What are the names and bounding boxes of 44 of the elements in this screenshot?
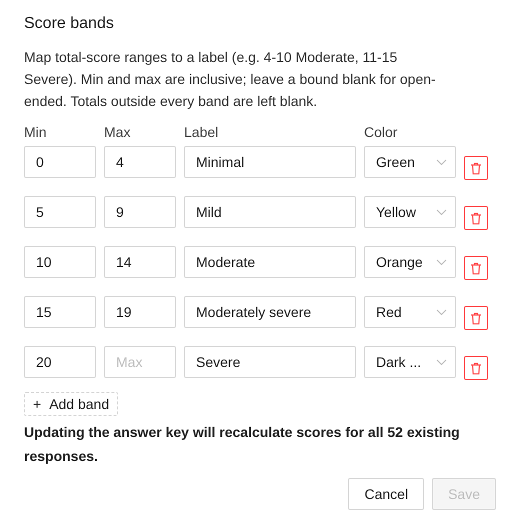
min-field[interactable]: 20 [24,346,96,378]
chevron-down-icon [436,158,447,166]
chevron-down-icon [436,208,447,216]
max-field[interactable]: 19 [104,296,176,328]
label-field[interactable]: Moderate [184,246,356,278]
max-field[interactable]: 9 [104,196,176,228]
label-field[interactable]: Moderately severe [184,296,356,328]
min-field[interactable]: 15 [24,296,96,328]
delete-button[interactable] [464,256,488,280]
delete-button[interactable] [464,356,488,380]
min-field[interactable]: 5 [24,196,96,228]
max-field[interactable]: Max [104,346,176,378]
trash-icon [470,212,482,224]
color-select[interactable]: Red [364,296,456,328]
color-select[interactable]: Orange [364,246,456,278]
delete-button[interactable] [464,156,488,180]
cancel-button[interactable]: Cancel [348,478,424,510]
trash-icon [470,262,482,274]
warning-text: Updating the answer key will recalculate scores for all 52 existing responses. [24,423,461,466]
delete-button[interactable] [464,306,488,330]
description-text: Map total-score ranges to a label (e.g. 4-10 Moderate, 11-15 Severe). Min and max are inclusive; leave a bound blank for open-ended. Totals outside every band are left blank. [24,48,437,111]
color-select[interactable]: Green [364,146,456,178]
label-field[interactable]: Minimal [184,146,356,178]
min-field[interactable]: 10 [24,246,96,278]
chevron-down-icon [436,358,447,366]
trash-icon [470,162,482,174]
label-field[interactable]: Mild [184,196,356,228]
trash-icon [470,312,482,324]
label-field[interactable]: Severe [184,346,356,378]
column-header: Max [104,124,132,140]
column-header: Color [364,124,398,140]
section-title: Score bands [24,14,115,34]
column-header: Min [24,124,48,140]
chevron-down-icon [436,258,447,266]
color-select[interactable]: Yellow [364,196,456,228]
color-select[interactable]: Dark ... [364,346,456,378]
column-header: Label [184,124,220,140]
max-field[interactable]: 14 [104,246,176,278]
chevron-down-icon [436,308,447,316]
min-field[interactable]: 0 [24,146,96,178]
delete-button[interactable] [464,206,488,230]
add-band-button[interactable]: + Add band [24,392,118,416]
trash-icon [470,362,482,374]
max-field[interactable]: 4 [104,146,176,178]
